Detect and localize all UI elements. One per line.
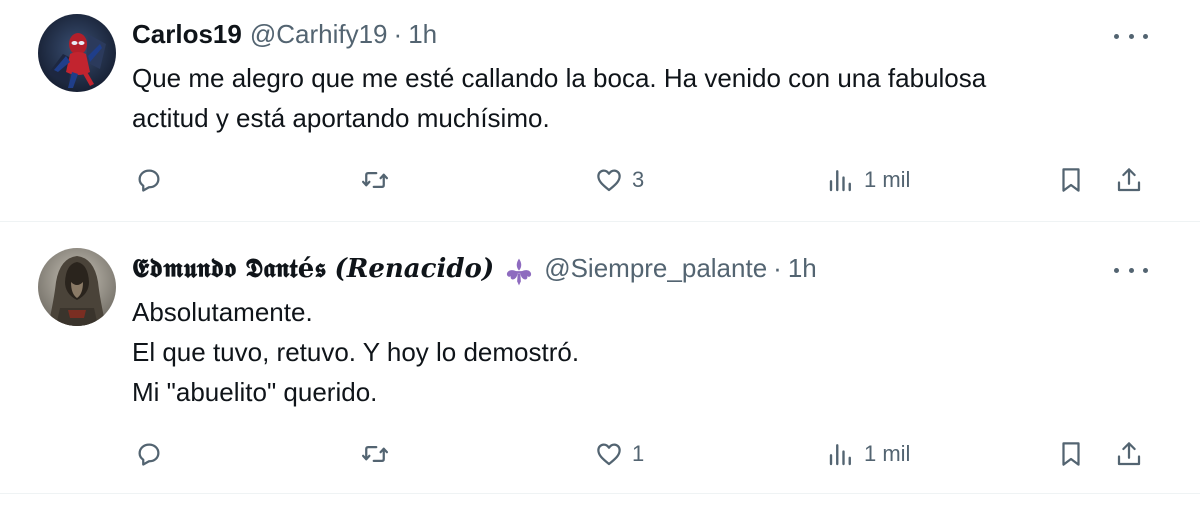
tweet[interactable]: 𝕰𝖉𝖒𝖚𝖓𝖉𝖔 𝕯𝖆𝖓𝖙é𝖘 (𝑹𝒆𝒏𝒂𝒄𝒊𝒅𝒐) @Siempre_palan… (0, 222, 1200, 494)
bookmark-button[interactable] (1056, 434, 1086, 474)
views-icon (829, 170, 851, 192)
retweet-icon (362, 172, 388, 188)
share-button[interactable] (1114, 160, 1144, 200)
tweet-text: Que me alegro que me esté callando la bo… (132, 58, 1120, 138)
user-handle[interactable]: @Carhify19 (250, 18, 388, 50)
tweet-text-line: Que me alegro que me esté callando la bo… (132, 63, 987, 93)
heart-icon (597, 443, 621, 466)
reply-icon (138, 443, 160, 466)
reply-feed: Carlos19 @Carhify19 · 1h Que me alegro q… (0, 0, 1200, 507)
bookmark-button[interactable] (1056, 160, 1086, 200)
reply-icon (138, 169, 160, 192)
like-count: 3 (632, 167, 645, 192)
share-icon (1117, 442, 1141, 466)
avatar[interactable] (38, 14, 116, 92)
views-button[interactable]: 1 mil (826, 434, 910, 474)
like-button[interactable]: 1 (594, 434, 644, 474)
timestamp[interactable]: 1h (408, 18, 437, 50)
like-count: 1 (632, 441, 645, 466)
share-button[interactable] (1114, 434, 1144, 474)
timestamp[interactable]: 1h (788, 252, 817, 284)
tweet-text-line: El que tuvo, retuvo. Y hoy lo demostró. (132, 337, 580, 367)
views-icon (829, 444, 851, 466)
display-name[interactable]: 𝕰𝖉𝖒𝖚𝖓𝖉𝖔 𝕯𝖆𝖓𝖙é𝖘 (132, 253, 326, 285)
share-icon (1117, 168, 1141, 192)
fleur-de-lis-icon (507, 258, 532, 286)
more-options-icon[interactable] (1114, 26, 1148, 46)
tweet-text: Absolutamente. El que tuvo, retuvo. Y ho… (132, 292, 1120, 412)
views-count: 1 mil (864, 167, 911, 192)
display-name[interactable]: Carlos19 (132, 18, 242, 50)
avatar[interactable] (38, 248, 116, 326)
display-name-suffix[interactable]: (𝑹𝒆𝒏𝒂𝒄𝒊𝒅𝒐) (334, 253, 494, 285)
tweet-header: 𝕰𝖉𝖒𝖚𝖓𝖉𝖔 𝕯𝖆𝖓𝖙é𝖘 (𝑹𝒆𝒏𝒂𝒄𝒊𝒅𝒐) @Siempre_palan… (132, 252, 1120, 288)
like-button[interactable]: 3 (594, 160, 644, 200)
tweet-text-line: actitud y está aportando muchísimo. (132, 103, 550, 133)
tweet[interactable]: Carlos19 @Carhify19 · 1h Que me alegro q… (0, 0, 1200, 222)
hooded-figure-avatar-icon (38, 248, 116, 326)
action-bar: 3 1 mil (0, 160, 1200, 200)
reply-button[interactable] (134, 434, 164, 474)
spiderman-avatar-icon (38, 14, 116, 92)
tweet-header: Carlos19 @Carhify19 · 1h (132, 18, 1120, 50)
action-bar: 1 1 mil (0, 434, 1200, 474)
user-handle[interactable]: @Siempre_palante (544, 252, 767, 284)
views-button[interactable]: 1 mil (826, 160, 910, 200)
retweet-icon (362, 446, 388, 462)
more-options-icon[interactable] (1114, 260, 1148, 280)
reply-button[interactable] (134, 160, 164, 200)
heart-icon (597, 169, 621, 192)
tweet-text-line: Mi "abuelito" querido. (132, 377, 378, 407)
views-count: 1 mil (864, 441, 911, 466)
separator-dot: · (773, 253, 782, 283)
separator-dot: · (393, 19, 403, 49)
retweet-button[interactable] (360, 160, 390, 200)
retweet-button[interactable] (360, 434, 390, 474)
tweet-text-line: Absolutamente. (132, 297, 313, 327)
bookmark-icon (1062, 442, 1080, 466)
bookmark-icon (1062, 168, 1080, 192)
